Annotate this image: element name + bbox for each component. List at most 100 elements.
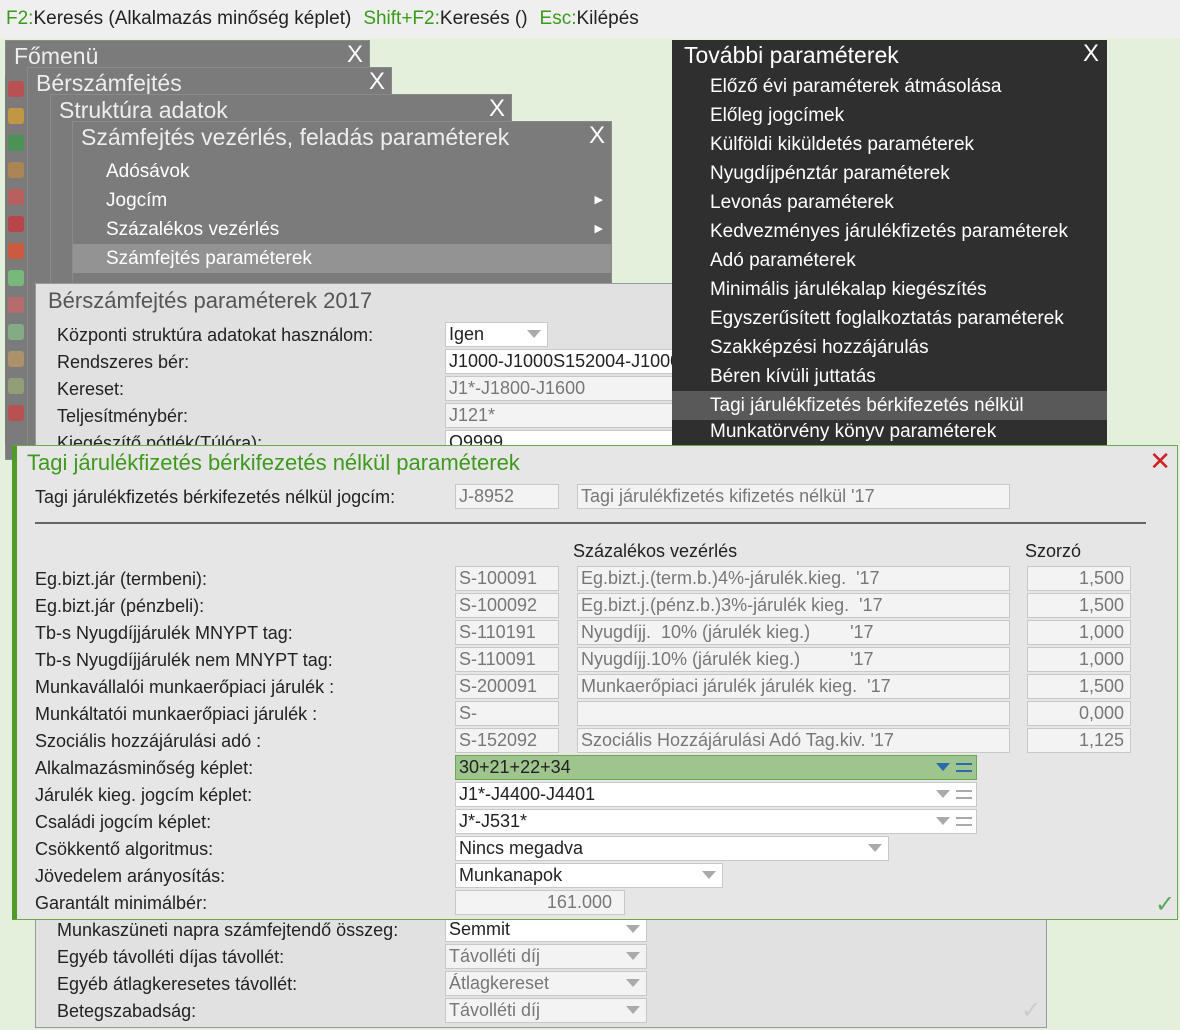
further-params-title: További paraméterek (684, 42, 899, 68)
jogcim-code-input[interactable]: J-8952 (455, 484, 559, 509)
home-icon[interactable] (8, 405, 24, 421)
menu-item-label: Adósávok (106, 161, 190, 182)
performance-wage-input[interactable]: J121* (445, 403, 673, 428)
further-item[interactable]: Levonás paraméterek (672, 188, 1107, 217)
select-value: Munkanapok (459, 865, 563, 885)
multiplier-input[interactable]: 1,125 (1027, 728, 1131, 753)
money-icon[interactable] (8, 135, 24, 151)
menu-item-adosavok[interactable]: Adósávok (73, 157, 611, 186)
percent-code-input[interactable]: S-100091 (455, 566, 559, 591)
menu-item-szamfejtes-parameterek[interactable]: Számfejtés paraméterek (73, 244, 611, 273)
percent-code-input[interactable]: S-200091 (455, 674, 559, 699)
close-icon[interactable]: X (369, 68, 385, 96)
close-icon[interactable]: ✕ (1149, 446, 1171, 477)
percent-code-input[interactable]: S-152092 (455, 728, 559, 753)
flask-icon[interactable] (8, 297, 24, 313)
percent-control-header: Százalékos vezérlés (573, 541, 738, 561)
ok-check-icon[interactable]: ✓ (1021, 996, 1041, 1025)
further-item[interactable]: Adó paraméterek (672, 246, 1107, 275)
app-icon[interactable] (8, 81, 24, 97)
further-item[interactable]: Előleg jogcímek (672, 101, 1107, 130)
multiplier-input[interactable]: 1,500 (1027, 593, 1131, 618)
chevron-down-icon (626, 952, 640, 960)
close-icon[interactable]: X (489, 95, 505, 123)
close-icon[interactable]: X (589, 122, 605, 150)
field-label: Járulék kieg. jogcím képlet: (35, 785, 253, 805)
contribution-label: Eg.bizt.jár (pénzbeli): (35, 596, 205, 616)
sick-leave-select[interactable]: Távolléti díj (445, 998, 647, 1023)
contribution-formula-input[interactable]: J1*-J4400-J4401 (455, 782, 977, 807)
further-item[interactable]: Kedvezményes járulékfizetés paraméterek (672, 217, 1107, 246)
percent-code-input[interactable]: S-110091 (455, 647, 559, 672)
further-item-selected[interactable]: Tagi járulékfizetés bérkifezetés nélkül (672, 391, 1107, 420)
menu-item-jogcim[interactable]: Jogcím ▶ (73, 186, 611, 215)
multiplier-input[interactable]: 1,000 (1027, 647, 1131, 672)
regular-wage-input[interactable]: J1000-J1000S152004-J1000 (445, 349, 673, 374)
percent-desc-field: Nyugdíjj.10% (járulék kieg.) '17 (577, 647, 1010, 672)
percent-desc-field: Munkaerőpiaci járulék járulék kieg. '17 (577, 674, 1010, 699)
further-item[interactable]: Munkatörvény könyv paraméterek (672, 418, 1107, 445)
further-item[interactable]: Szakképzési hozzájárulás (672, 333, 1107, 362)
further-item[interactable]: Béren kívüli juttatás (672, 362, 1107, 391)
holiday-amount-select[interactable]: Semmit (445, 917, 647, 942)
equals-icon[interactable] (956, 763, 972, 772)
min-wage-input[interactable]: 161.000 (455, 890, 625, 915)
central-structure-select[interactable]: Igen (445, 322, 548, 347)
select-value: Távolléti díj (449, 946, 541, 966)
menu-item-szazalekos[interactable]: Százalékos vezérlés ▶ (73, 215, 611, 244)
further-item[interactable]: Külföldi kiküldetés paraméterek (672, 130, 1107, 159)
employment-type-formula-input[interactable]: 30+21+22+34 (455, 755, 977, 780)
income-proration-select[interactable]: Munkanapok (455, 863, 723, 888)
multiplier-input[interactable]: 1,000 (1027, 620, 1131, 645)
percent-code-input[interactable]: S-100092 (455, 593, 559, 618)
coins-icon[interactable] (8, 162, 24, 178)
select-value: Átlagkereset (449, 973, 550, 993)
field-label: Jövedelem arányosítás: (35, 866, 226, 886)
close-icon[interactable]: X (1083, 40, 1099, 68)
absence-fee-select[interactable]: Távolléti díj (445, 944, 647, 969)
chart-icon[interactable] (8, 270, 24, 286)
landscape-icon[interactable] (8, 324, 24, 340)
chevron-down-icon[interactable] (936, 790, 950, 798)
close-icon[interactable]: X (347, 41, 363, 69)
box-icon[interactable] (8, 351, 24, 367)
further-item[interactable]: Előző évi paraméterek átmásolása (672, 72, 1107, 101)
register-icon[interactable] (8, 378, 24, 394)
percent-code-input[interactable]: S-110191 (455, 620, 559, 645)
chevron-down-icon[interactable] (936, 763, 950, 771)
select-value: Távolléti díj (449, 1000, 541, 1020)
reduction-algorithm-select[interactable]: Nincs megadva (455, 836, 889, 861)
shortcut-bar: F2: Keresés (Alkalmazás minőség képlet) S… (0, 0, 1180, 38)
ok-check-icon[interactable]: ✓ (1155, 890, 1175, 919)
field-label: Központi struktúra adatokat használom: (57, 325, 374, 345)
select-value: Nincs megadva (459, 838, 584, 858)
equals-icon[interactable] (956, 790, 972, 799)
cube-icon[interactable] (8, 189, 24, 205)
percent-desc-field: Nyugdíjj. 10% (járulék kieg.) '17 (577, 620, 1010, 645)
multiplier-input[interactable]: 0,000 (1027, 701, 1131, 726)
contribution-label: Szociális hozzájárulási adó : (35, 731, 262, 751)
jogcim-name-field: Tagi járulékfizetés kifizetés nélkül '17 (577, 484, 1010, 509)
percent-code-input[interactable]: S- (455, 701, 559, 726)
field-label: Garantált minimálbér: (35, 893, 208, 913)
percent-desc-field: Szociális Hozzájárulási Adó Tag.kiv. '17 (577, 728, 1010, 753)
further-item[interactable]: Nyugdíjpénztár paraméterek (672, 159, 1107, 188)
further-item[interactable]: Minimális járulékalap kiegészítés (672, 275, 1107, 304)
cart-icon[interactable] (8, 108, 24, 124)
average-earnings-select[interactable]: Átlagkereset (445, 971, 647, 996)
esc-exit[interactable]: Kilépés (576, 8, 638, 30)
contribution-label: Munkavállalói munkaerőpiaci járulék : (35, 677, 335, 697)
equals-icon[interactable] (956, 817, 972, 826)
chevron-down-icon[interactable] (936, 817, 950, 825)
earnings-input[interactable]: J1*-J1800-J1600 (445, 376, 673, 401)
family-formula-input[interactable]: J*-J531* (455, 809, 977, 834)
multiplier-header: Szorzó (1025, 541, 1082, 561)
multiplier-input[interactable]: 1,500 (1027, 674, 1131, 699)
tablet-icon[interactable] (8, 216, 24, 232)
multiplier-input[interactable]: 1,500 (1027, 566, 1131, 591)
f2-search[interactable]: Keresés (Alkalmazás minőség képlet) (33, 8, 351, 30)
further-params-panel: További paraméterek X Előző évi paraméte… (672, 40, 1107, 445)
book-icon[interactable] (8, 243, 24, 259)
further-item[interactable]: Egyszerűsített foglalkoztatás paramétere… (672, 304, 1107, 333)
shift-f2-search[interactable]: Keresés () (440, 8, 528, 30)
